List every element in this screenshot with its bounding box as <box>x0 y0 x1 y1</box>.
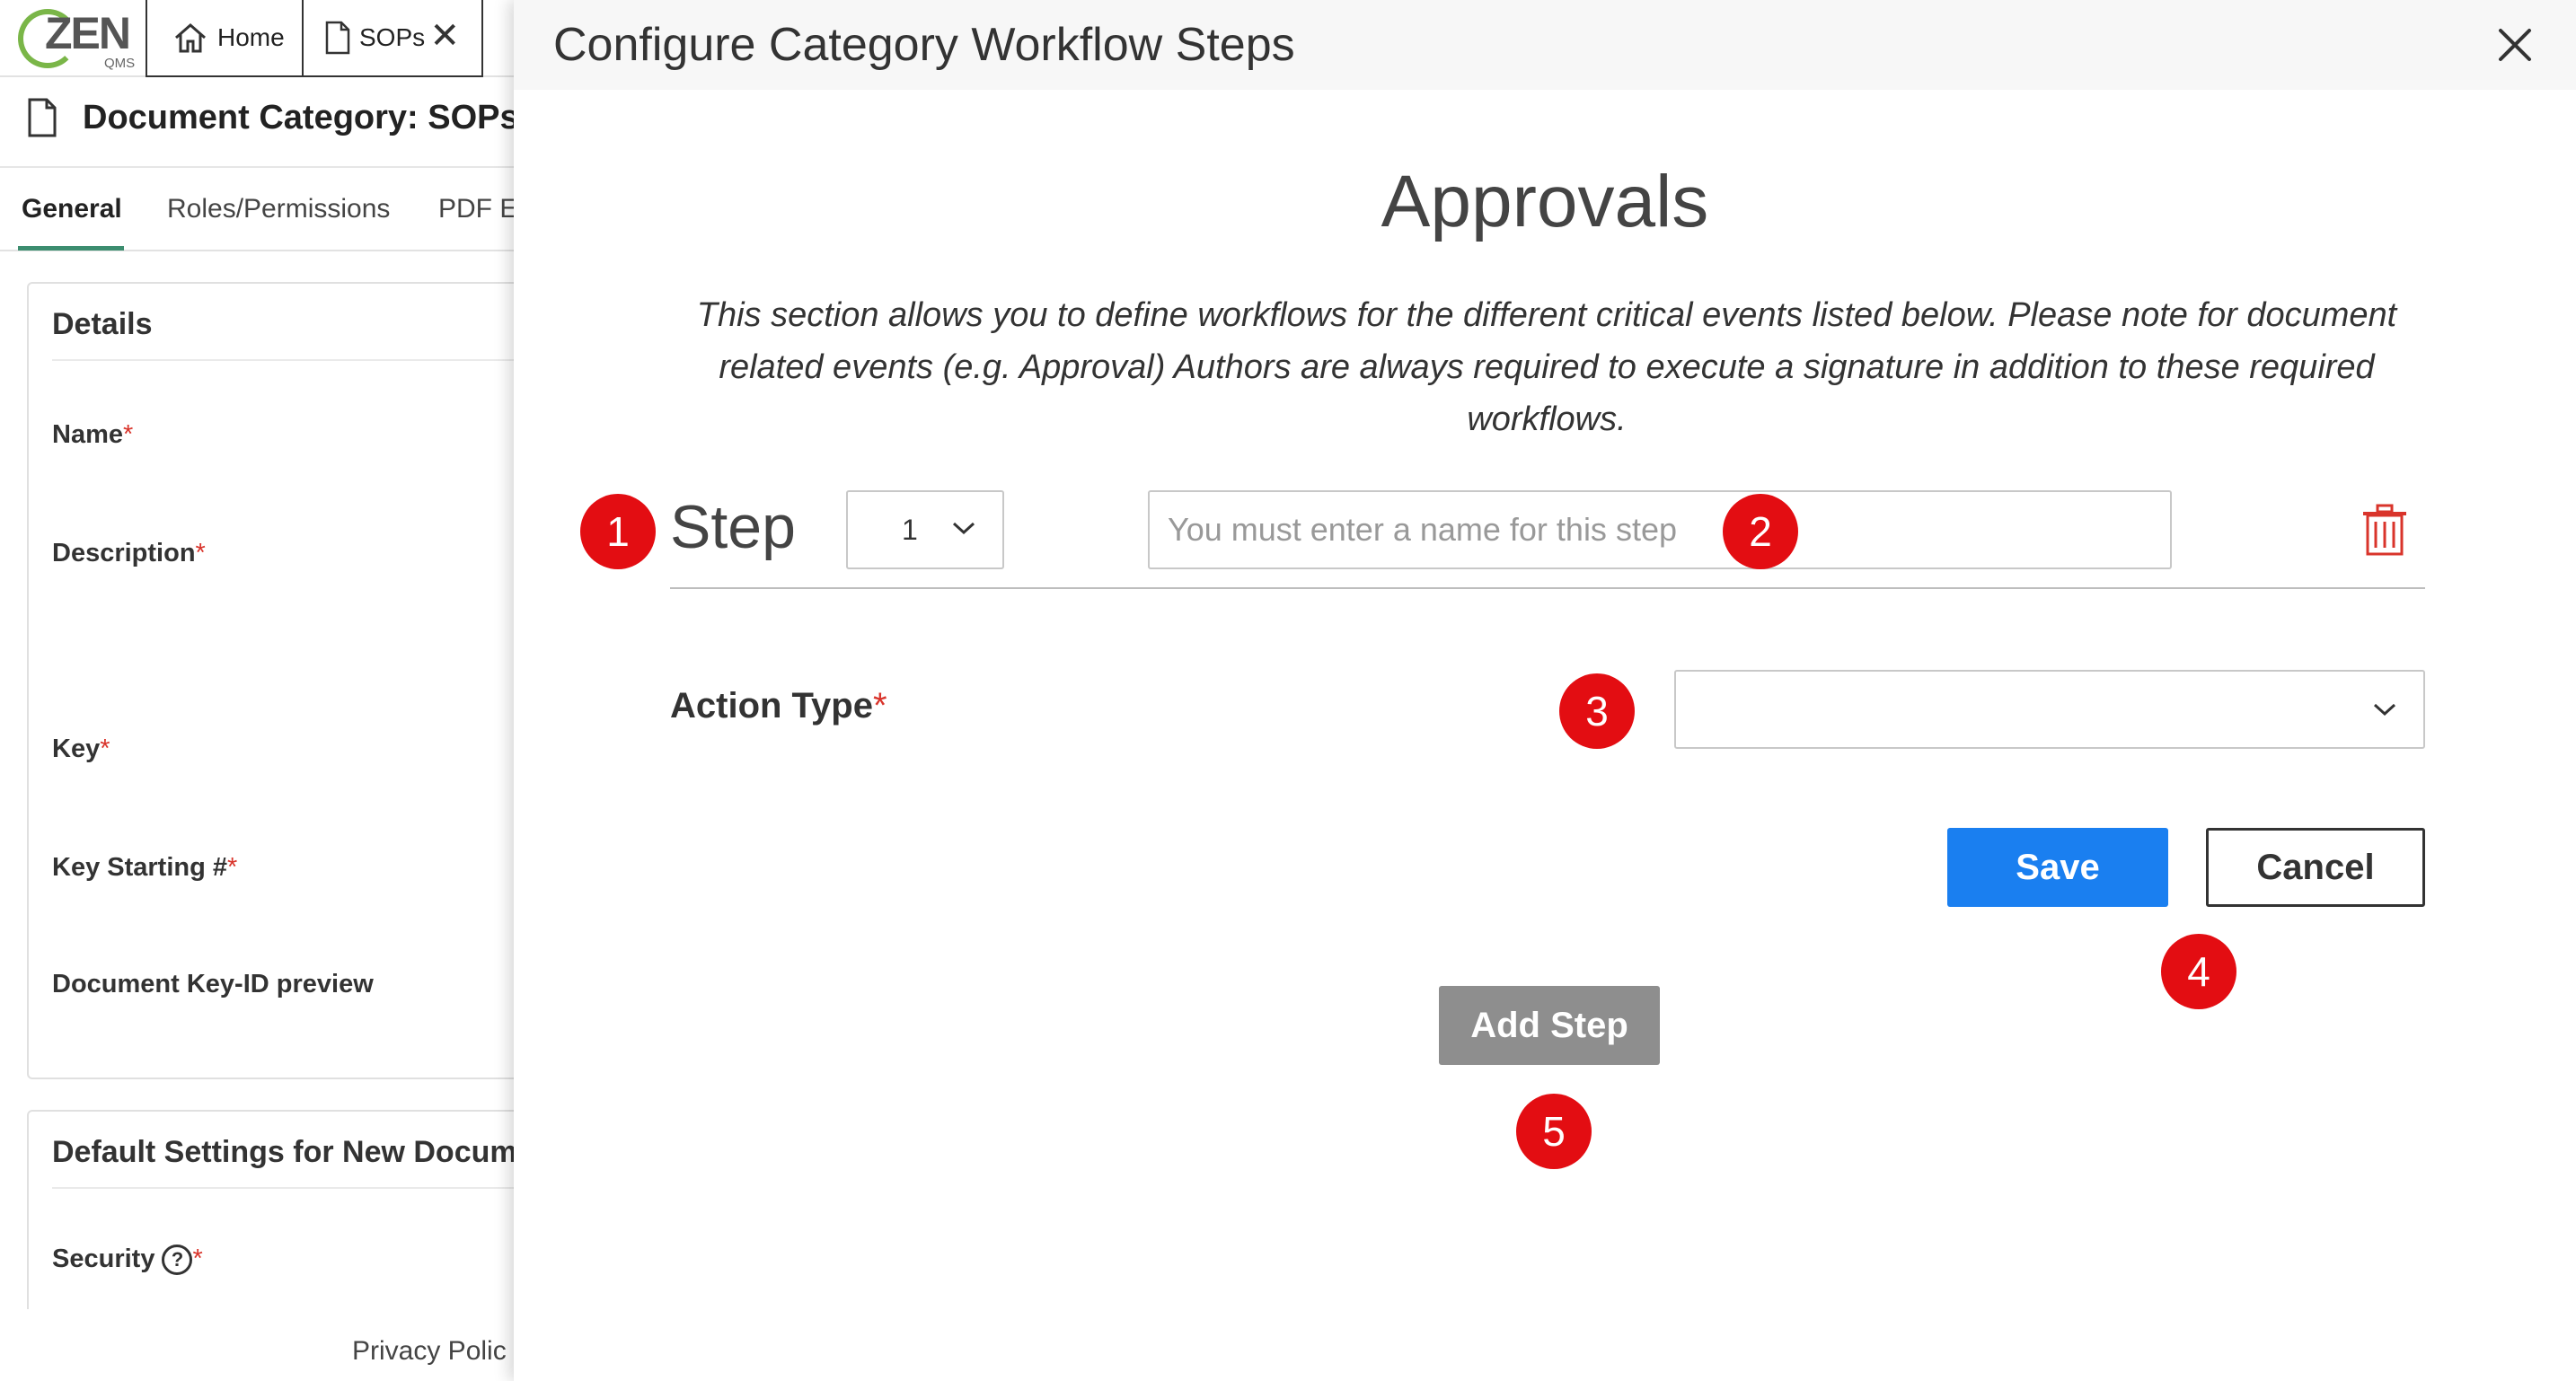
zen-qms-logo[interactable]: ZEN QMS <box>18 7 135 72</box>
workflow-steps-modal: Configure Category Workflow Steps Approv… <box>514 0 2576 1381</box>
page-title: Document Category: SOPs <box>83 98 514 136</box>
required-asterisk: * <box>100 734 110 763</box>
chevron-down-icon <box>952 522 975 535</box>
callout-marker-3: 3 <box>1559 673 1635 749</box>
callout-marker-4: 4 <box>2161 934 2236 1009</box>
tab-sops-label: SOPs <box>359 23 426 51</box>
document-icon <box>28 98 57 137</box>
document-header: Document Category: SOPs <box>27 97 514 138</box>
callout-marker-5: 5 <box>1516 1094 1592 1169</box>
callout-marker-1: 1 <box>580 494 656 569</box>
active-tab-indicator <box>18 246 124 251</box>
trash-icon[interactable] <box>2360 503 2409 557</box>
required-asterisk: * <box>872 686 887 726</box>
logo-text: ZEN <box>45 8 131 58</box>
tab-home-label: Home <box>217 23 285 51</box>
document-icon <box>325 21 350 55</box>
callout-marker-2: 2 <box>1723 494 1798 569</box>
tab-general[interactable]: General <box>22 194 122 224</box>
background-app: ZEN QMS Home SOPs ✕ Document Category: S… <box>0 0 514 1381</box>
close-tab-icon[interactable]: ✕ <box>429 18 460 54</box>
logo-subtext: QMS <box>104 56 136 71</box>
step-number-select[interactable]: 1 <box>846 490 1004 569</box>
step-label: Step <box>670 493 796 561</box>
security-label: Security? * <box>52 1245 203 1275</box>
section-description: This section allows you to define workfl… <box>696 296 2397 438</box>
home-icon <box>175 23 206 53</box>
step-divider <box>670 587 2425 589</box>
key-starting-label: Key Starting #* <box>52 853 238 882</box>
description-label: Description* <box>52 539 206 567</box>
chevron-down-icon <box>2373 703 2396 717</box>
modal-title: Configure Category Workflow Steps <box>553 19 1295 71</box>
key-id-preview-label: Document Key-ID preview <box>52 970 374 998</box>
section-heading: Approvals <box>1381 161 1709 242</box>
top-bar: ZEN QMS Home SOPs ✕ <box>0 0 514 77</box>
modal-header: Configure Category Workflow Steps <box>514 0 2576 90</box>
tab-sops[interactable]: SOPs ✕ <box>304 0 483 77</box>
action-type-label: Action Type* <box>670 686 887 726</box>
step-name-input[interactable] <box>1148 490 2172 569</box>
header-divider <box>0 166 514 168</box>
required-asterisk: * <box>227 853 238 882</box>
cancel-button[interactable]: Cancel <box>2206 828 2425 907</box>
key-label: Key* <box>52 734 110 763</box>
document-subtabs: General Roles/Permissions PDF E <box>0 176 514 251</box>
panel-divider <box>52 1187 514 1189</box>
required-asterisk: * <box>195 539 206 567</box>
privacy-policy-link[interactable]: Privacy Polic <box>352 1336 507 1367</box>
help-icon[interactable]: ? <box>162 1245 193 1275</box>
panel-divider <box>52 359 514 361</box>
required-asterisk: * <box>192 1245 203 1273</box>
save-button[interactable]: Save <box>1947 828 2168 907</box>
required-asterisk: * <box>123 420 134 449</box>
details-title: Details <box>52 307 153 341</box>
action-type-select[interactable] <box>1674 670 2425 749</box>
step-number-value: 1 <box>902 514 918 546</box>
tab-home[interactable]: Home <box>146 0 304 77</box>
close-icon[interactable] <box>2490 20 2540 70</box>
default-settings-title: Default Settings for New Docume <box>52 1135 514 1169</box>
tab-pdf[interactable]: PDF E <box>438 194 514 224</box>
tab-roles-permissions[interactable]: Roles/Permissions <box>167 194 390 224</box>
name-label: Name* <box>52 420 134 449</box>
details-panel: Details Name* Description* Key* Key Star… <box>27 282 514 1079</box>
add-step-button[interactable]: Add Step <box>1439 986 1660 1065</box>
